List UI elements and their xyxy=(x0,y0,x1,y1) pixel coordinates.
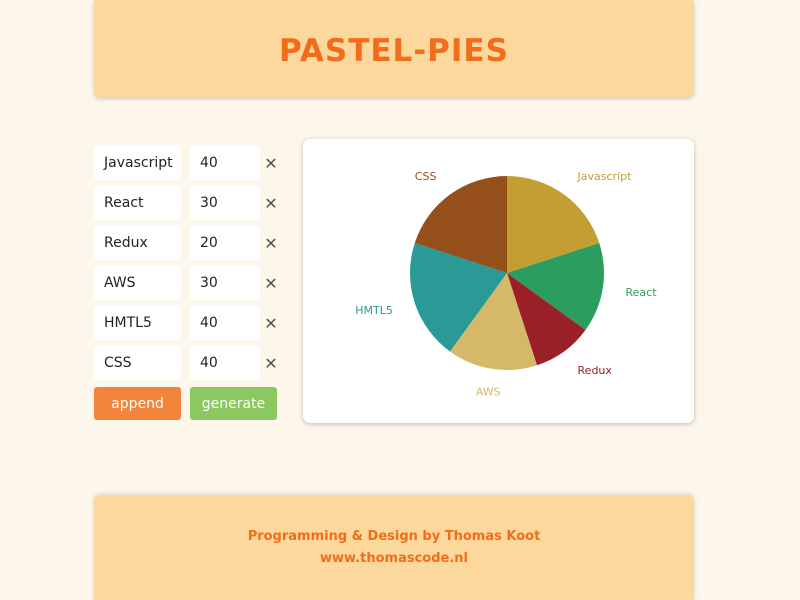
footer-credit: Programming & Design by Thomas Koot xyxy=(247,529,541,544)
entry-name-input[interactable]: HMTL5 xyxy=(94,306,181,340)
entry-value-input[interactable]: 40 xyxy=(190,146,260,180)
pie-chart: Javascript React Redux AWS HMTL5 CSS xyxy=(355,170,658,399)
entry-value-input[interactable]: 40 xyxy=(190,306,260,340)
remove-entry-icon[interactable]: ✕ xyxy=(262,346,280,380)
pie-slice-label: CSS xyxy=(415,170,437,183)
entry-row: React 30 ✕ xyxy=(94,186,284,220)
header: PASTEL-PIES xyxy=(94,0,694,97)
entry-row: AWS 30 ✕ xyxy=(94,266,284,300)
pie-chart-card: Javascript React Redux AWS HMTL5 CSS xyxy=(303,139,694,423)
entry-row: CSS 40 ✕ xyxy=(94,346,284,380)
entry-row: Redux 20 ✕ xyxy=(94,226,284,260)
remove-entry-icon[interactable]: ✕ xyxy=(262,306,280,340)
entry-value-input[interactable]: 20 xyxy=(190,226,260,260)
entry-row: HMTL5 40 ✕ xyxy=(94,306,284,340)
generate-button[interactable]: generate xyxy=(190,387,277,420)
entry-value-input[interactable]: 40 xyxy=(190,346,260,380)
entry-name-input[interactable]: Javascript xyxy=(94,146,181,180)
pie-slice-label: Redux xyxy=(578,364,613,377)
page-title: PASTEL-PIES xyxy=(279,32,509,69)
footer-site-link[interactable]: www.thomascode.nl xyxy=(94,551,694,566)
remove-entry-icon[interactable]: ✕ xyxy=(262,266,280,300)
entry-name-input[interactable]: Redux xyxy=(94,226,181,260)
footer: Programming & Design by Thomas Koot www.… xyxy=(94,495,694,600)
pie-slice-label: AWS xyxy=(476,386,501,399)
entry-name-input[interactable]: React xyxy=(94,186,181,220)
entry-list: Javascript 40 ✕ React 30 ✕ Redux 20 ✕ AW… xyxy=(94,146,284,386)
pie-slice-label: React xyxy=(626,286,658,299)
entry-name-input[interactable]: CSS xyxy=(94,346,181,380)
entry-value-input[interactable]: 30 xyxy=(190,186,260,220)
remove-entry-icon[interactable]: ✕ xyxy=(262,186,280,220)
pie-slice-label: Javascript xyxy=(577,170,633,183)
append-button[interactable]: append xyxy=(94,387,181,420)
entry-row: Javascript 40 ✕ xyxy=(94,146,284,180)
entry-value-input[interactable]: 30 xyxy=(190,266,260,300)
pie-slice-label: HMTL5 xyxy=(355,304,393,317)
remove-entry-icon[interactable]: ✕ xyxy=(262,146,280,180)
remove-entry-icon[interactable]: ✕ xyxy=(262,226,280,260)
entry-name-input[interactable]: AWS xyxy=(94,266,181,300)
